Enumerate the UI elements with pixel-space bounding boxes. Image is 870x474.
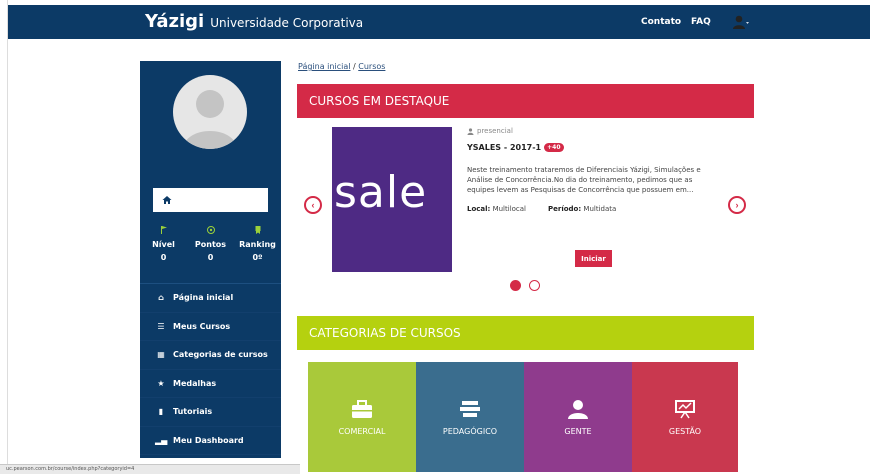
browser-status-bar: uc.pearson.com.br/course/index.php?categ… [0, 464, 300, 474]
avatar[interactable] [173, 75, 247, 149]
course-period: Período: Multidata [548, 205, 616, 213]
ribbon-icon [255, 226, 260, 234]
course-local-label: Local: [467, 205, 491, 213]
sidebar-item-label: Categorias de cursos [173, 350, 268, 360]
stat-ranking-label: Ranking [239, 240, 276, 249]
sidebar-menu: ⌂ Página inicial ☰ Meus Cursos ▦ Categor… [140, 283, 281, 455]
breadcrumb: Página inicial / Cursos [298, 62, 385, 71]
bar-chart-icon: ▂▄ [155, 435, 168, 445]
carousel-dot-2[interactable] [529, 280, 540, 291]
star-icon: ★ [157, 378, 165, 388]
home-shortcut-box[interactable] [153, 188, 268, 212]
course-title[interactable]: YSALES - 2017-1 +40 [467, 143, 722, 152]
carousel-dot-1[interactable] [510, 280, 521, 291]
sidebar-item-meus-cursos[interactable]: ☰ Meus Cursos [140, 313, 281, 341]
nav-faq-link[interactable]: FAQ [691, 17, 711, 27]
window-edge [0, 0, 8, 474]
person-icon [568, 400, 588, 419]
chevron-left-icon: ‹ [311, 200, 315, 210]
breadcrumb-current-link[interactable]: Cursos [358, 62, 385, 71]
sidebar-item-tutoriais[interactable]: ▮ Tutoriais [140, 398, 281, 427]
course-name[interactable]: YSALES - 2017-1 [467, 143, 541, 152]
stat-points-label: Pontos [194, 240, 227, 249]
course-type-label: presencial [477, 127, 513, 135]
category-label: GESTÃO [668, 427, 702, 436]
course-info: presencial YSALES - 2017-1 +40 Neste tre… [467, 127, 722, 213]
sidebar-item-label: Meu Dashboard [173, 435, 244, 445]
sidebar-item-label: Medalhas [173, 378, 217, 388]
stat-level-value: 0 [160, 253, 167, 262]
course-description: Neste treinamento trataremos de Diferenc… [467, 166, 701, 194]
breadcrumb-home-link[interactable]: Página inicial [298, 62, 350, 71]
sidebar: Nível 0 Pontos 0 Ranking 0º ⌂ Página ini… [140, 61, 281, 458]
start-course-button[interactable]: Iniciar [575, 250, 612, 267]
list-icon: ☰ [157, 321, 165, 331]
user-menu-icon[interactable] [733, 14, 749, 30]
brand-logo[interactable]: Yázigi [145, 11, 204, 32]
grid-icon: ▦ [157, 350, 165, 360]
books-icon [460, 401, 480, 417]
category-label: COMERCIAL [338, 427, 386, 436]
category-label: GENTE [564, 427, 592, 436]
nav-contato-link[interactable]: Contato [641, 17, 681, 27]
flag-icon [160, 226, 167, 234]
target-icon [206, 226, 215, 234]
home-icon: ⌂ [158, 293, 164, 303]
stat-level: Nível 0 [144, 223, 184, 281]
breadcrumb-separator: / [353, 62, 356, 71]
brand[interactable]: Yázigi Universidade Corporativa [145, 11, 363, 32]
sidebar-item-categorias[interactable]: ▦ Categorias de cursos [140, 341, 281, 370]
sidebar-item-medalhas[interactable]: ★ Medalhas [140, 370, 281, 398]
course-image-text: sale [334, 167, 428, 218]
course-points-badge: +40 [544, 143, 564, 152]
stat-ranking: Ranking 0º [238, 223, 278, 281]
course-local: Local: Multilocal [467, 205, 526, 213]
stat-points: Pontos 0 [191, 223, 231, 281]
avatar-placeholder-icon [183, 90, 237, 149]
stat-ranking-value: 0º [252, 253, 263, 262]
sidebar-item-label: Página inicial [173, 293, 234, 303]
file-icon: ▮ [158, 407, 164, 417]
brand-subtitle[interactable]: Universidade Corporativa [210, 16, 363, 30]
sidebar-item-label: Tutoriais [173, 407, 213, 417]
sidebar-item-label: Meus Cursos [173, 321, 231, 331]
stats-panel: Nível 0 Pontos 0 Ranking 0º [140, 223, 281, 281]
presentation-icon [675, 400, 695, 419]
course-local-value: Multilocal [492, 205, 526, 213]
course-type: presencial [467, 127, 722, 135]
carousel-next-button[interactable]: › [728, 196, 746, 214]
category-gente[interactable]: GENTE [524, 362, 632, 472]
carousel-prev-button[interactable]: ‹ [304, 196, 322, 214]
sidebar-item-pagina-inicial[interactable]: ⌂ Página inicial [140, 284, 281, 313]
category-comercial[interactable]: COMERCIAL [308, 362, 416, 472]
categories-header: CATEGORIAS DE CURSOS [297, 316, 754, 350]
course-image[interactable]: sale [332, 127, 452, 272]
home-icon [162, 196, 172, 204]
person-icon [467, 127, 474, 135]
chevron-right-icon: › [735, 200, 739, 210]
course-period-value: Multidata [583, 205, 617, 213]
briefcase-icon [352, 400, 372, 418]
stat-points-value: 0 [207, 253, 214, 262]
sidebar-item-meu-dashboard[interactable]: ▂▄ Meu Dashboard [140, 427, 281, 455]
course-period-label: Período: [548, 205, 582, 213]
category-label: PEDAGÓGICO [442, 427, 498, 436]
stat-level-label: Nível [152, 240, 175, 249]
category-gestao[interactable]: GESTÃO [632, 362, 738, 472]
course-meta: Local: Multilocal Período: Multidata [467, 205, 722, 213]
top-navbar: Yázigi Universidade Corporativa Contato … [8, 5, 870, 39]
category-pedagogico[interactable]: PEDAGÓGICO [416, 362, 524, 472]
featured-courses-header: CURSOS EM DESTAQUE [297, 84, 754, 118]
